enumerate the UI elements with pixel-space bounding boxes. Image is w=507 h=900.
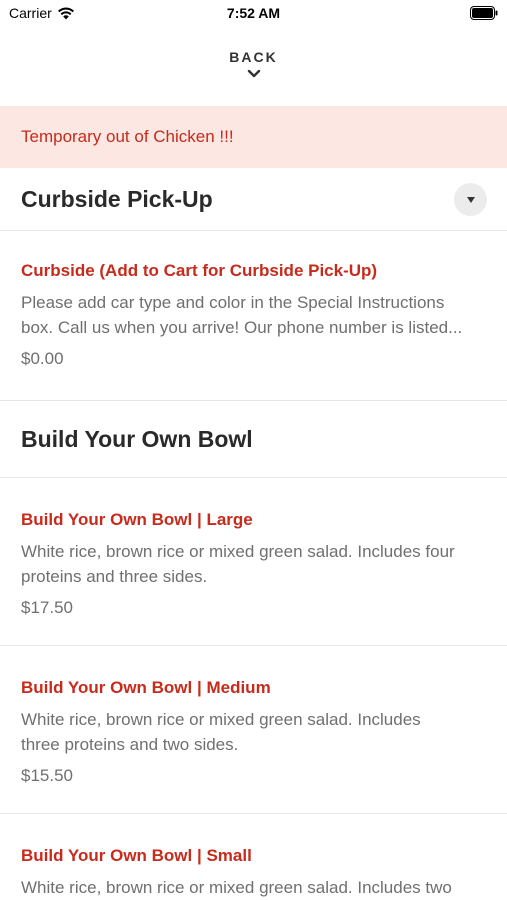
item-description: Please add car type and color in the Spe…: [21, 290, 486, 340]
item-description-line: box. Call us when you arrive! Our phone …: [21, 318, 463, 337]
menu-item-bowl-large[interactable]: Build Your Own Bowl | Large White rice, …: [0, 478, 507, 646]
item-price: $0.00: [21, 349, 64, 368]
section-title: Build Your Own Bowl: [21, 425, 253, 452]
section-title: Curbside Pick-Up: [21, 185, 213, 212]
item-description-line: White rice, brown rice or mixed green sa…: [21, 542, 455, 561]
status-bar: Carrier 7:52 AM: [0, 0, 507, 28]
item-description-line: proteins and three sides.: [21, 567, 208, 586]
section-header-curbside: Curbside Pick-Up: [0, 168, 507, 231]
item-name: Build Your Own Bowl | Medium: [21, 678, 271, 697]
item-description: White rice, brown rice or mixed green sa…: [21, 539, 486, 589]
menu-item-bowl-small[interactable]: Build Your Own Bowl | Small White rice, …: [0, 814, 507, 900]
item-description-line: White rice, brown rice or mixed green sa…: [21, 710, 421, 729]
out-of-stock-notice: Temporary out of Chicken !!!: [0, 106, 507, 168]
status-right: [470, 6, 498, 23]
status-time: 7:52 AM: [226, 5, 281, 21]
item-description: White rice, brown rice or mixed green sa…: [21, 875, 486, 900]
section-header-build-your-own-bowl: Build Your Own Bowl: [0, 401, 507, 478]
item-description: White rice, brown rice or mixed green sa…: [21, 707, 486, 757]
item-description-line: Please add car type and color in the Spe…: [21, 293, 445, 312]
notice-text: Temporary out of Chicken !!!: [21, 127, 234, 146]
menu-item-curbside[interactable]: Curbside (Add to Cart for Curbside Pick-…: [0, 231, 507, 401]
chevron-down-icon: [247, 69, 260, 78]
battery-icon: [470, 6, 498, 20]
item-name: Curbside (Add to Cart for Curbside Pick-…: [21, 261, 378, 280]
section-collapse-toggle[interactable]: [454, 183, 487, 216]
back-button[interactable]: BACK: [0, 28, 507, 106]
item-description-line: three proteins and two sides.: [21, 735, 239, 754]
menu-item-bowl-medium[interactable]: Build Your Own Bowl | Medium White rice,…: [0, 646, 507, 814]
caret-down-icon: [466, 196, 475, 203]
item-description-line: White rice, brown rice or mixed green sa…: [21, 878, 452, 897]
item-name: Build Your Own Bowl | Large: [21, 510, 253, 529]
item-name: Build Your Own Bowl | Small: [21, 846, 252, 865]
item-price: $15.50: [21, 766, 73, 785]
back-label: BACK: [229, 49, 278, 65]
item-price: $17.50: [21, 598, 73, 617]
